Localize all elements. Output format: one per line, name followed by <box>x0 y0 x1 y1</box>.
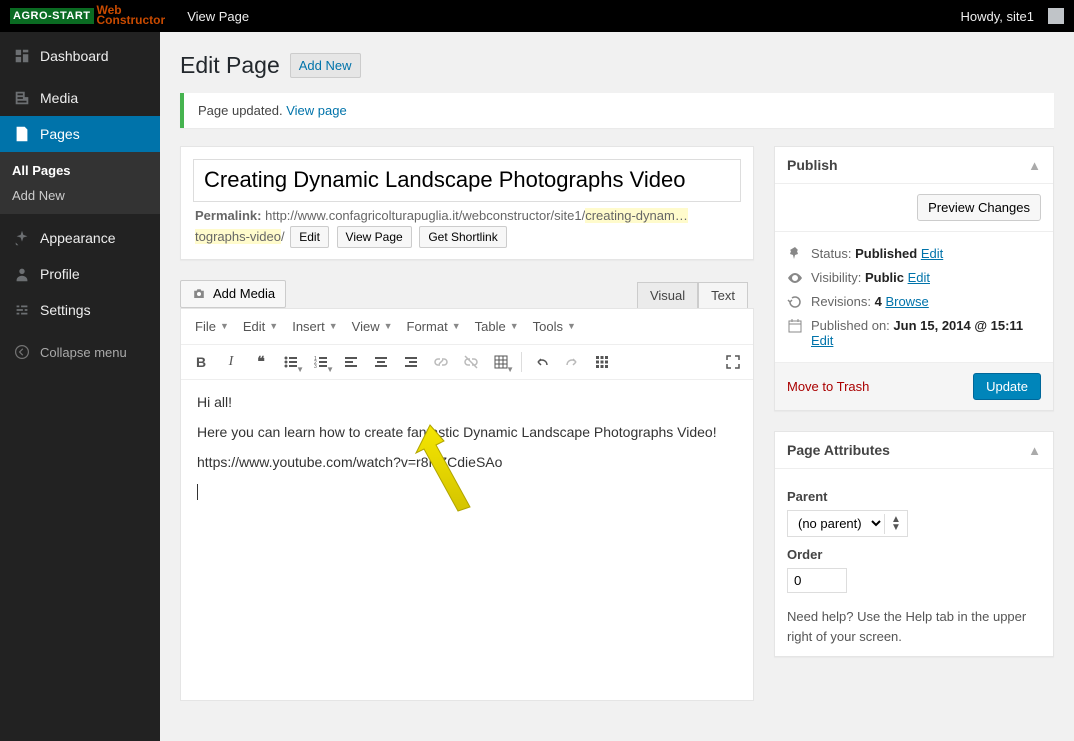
notice-view-link[interactable]: View page <box>286 103 346 118</box>
post-title-input[interactable] <box>193 159 741 202</box>
menu-file[interactable]: File▼ <box>189 315 235 338</box>
browse-revisions-link[interactable]: Browse <box>885 294 928 309</box>
link-button[interactable] <box>427 349 455 375</box>
add-media-button[interactable]: Add Media <box>180 280 286 308</box>
sidebar-item-dashboard[interactable]: Dashboard <box>0 38 160 74</box>
align-right-button[interactable] <box>397 349 425 375</box>
bold-button[interactable]: B <box>187 349 215 375</box>
editor-toolbar: B I ❝ ▼ 123▼ ▼ <box>181 345 753 380</box>
publish-box: Publish ▲ Preview Changes Status: Publis… <box>774 146 1054 411</box>
edit-status-link[interactable]: Edit <box>921 246 943 261</box>
media-icon <box>12 88 32 108</box>
unlink-button[interactable] <box>457 349 485 375</box>
sidebar-label: Settings <box>40 302 91 318</box>
page-attributes-title: Page Attributes <box>787 442 890 458</box>
editor-menubar: File▼ Edit▼ Insert▼ View▼ Format▼ Table▼… <box>181 309 753 345</box>
wysiwyg-editor: File▼ Edit▼ Insert▼ View▼ Format▼ Table▼… <box>180 308 754 701</box>
permalink-slug: tographs-video <box>195 229 281 244</box>
page-title: Edit Page <box>180 52 280 79</box>
sidebar-item-media[interactable]: Media <box>0 80 160 116</box>
admin-sidebar: Dashboard Media Pages All Pages Add New … <box>0 32 160 741</box>
profile-icon <box>12 264 32 284</box>
menu-edit[interactable]: Edit▼ <box>237 315 284 338</box>
sidebar-label: Profile <box>40 266 80 282</box>
toolbar-toggle-button[interactable] <box>588 349 616 375</box>
collapse-icon <box>12 342 32 362</box>
align-center-button[interactable] <box>367 349 395 375</box>
publish-title: Publish <box>787 157 838 173</box>
bullet-list-button[interactable]: ▼ <box>277 349 305 375</box>
adminbar-view-page[interactable]: View Page <box>179 9 257 24</box>
sidebar-label: Dashboard <box>40 48 109 64</box>
permalink-slug: creating-dynam… <box>585 208 688 223</box>
menu-tools[interactable]: Tools▼ <box>527 315 582 338</box>
update-notice: Page updated. View page <box>180 93 1054 128</box>
move-to-trash-link[interactable]: Move to Trash <box>787 379 869 394</box>
parent-select[interactable]: (no parent) ▲▼ <box>787 510 908 537</box>
parent-label: Parent <box>787 489 1041 504</box>
sidebar-sub-add-new[interactable]: Add New <box>0 183 160 208</box>
editor-content[interactable]: Hi all! Here you can learn how to create… <box>181 380 753 700</box>
collapse-menu[interactable]: Collapse menu <box>0 332 160 372</box>
insert-table-button[interactable]: ▼ <box>487 349 515 375</box>
editor-tab-text[interactable]: Text <box>698 282 748 308</box>
permalink-edit-button[interactable]: Edit <box>290 226 329 248</box>
calendar-icon <box>787 318 803 334</box>
adminbar-howdy[interactable]: Howdy, site1 <box>953 9 1042 24</box>
permalink-view-page-button[interactable]: View Page <box>337 226 412 248</box>
svg-text:3: 3 <box>314 364 317 370</box>
menu-view[interactable]: View▼ <box>346 315 399 338</box>
pin-icon <box>787 246 803 262</box>
menu-table[interactable]: Table▼ <box>469 315 525 338</box>
sidebar-label: Pages <box>40 126 80 142</box>
align-left-button[interactable] <box>337 349 365 375</box>
numbered-list-button[interactable]: 123▼ <box>307 349 335 375</box>
toggle-icon[interactable]: ▲ <box>1028 443 1041 458</box>
visibility-icon <box>787 270 803 286</box>
fullscreen-button[interactable] <box>719 349 747 375</box>
permalink-shortlink-button[interactable]: Get Shortlink <box>419 226 506 248</box>
sidebar-item-pages[interactable]: Pages <box>0 116 160 152</box>
blockquote-button[interactable]: ❝ <box>247 349 275 375</box>
permalink-label: Permalink: <box>195 208 261 223</box>
site-logo[interactable]: AGRO-START Web Constructor <box>10 6 165 25</box>
toggle-icon[interactable]: ▲ <box>1028 158 1041 173</box>
italic-button[interactable]: I <box>217 349 245 375</box>
menu-format[interactable]: Format▼ <box>401 315 467 338</box>
collapse-label: Collapse menu <box>40 345 127 360</box>
pages-icon <box>12 124 32 144</box>
add-new-button[interactable]: Add New <box>290 53 361 78</box>
update-button[interactable]: Update <box>973 373 1041 400</box>
avatar[interactable] <box>1048 8 1064 24</box>
camera-icon <box>191 286 207 302</box>
page-attributes-box: Page Attributes ▲ Parent (no parent) ▲▼ … <box>774 431 1054 657</box>
dashboard-icon <box>12 46 32 66</box>
notice-text: Page updated. <box>198 103 286 118</box>
order-label: Order <box>787 547 1041 562</box>
menu-insert[interactable]: Insert▼ <box>286 315 343 338</box>
help-text: Need help? Use the Help tab in the upper… <box>787 607 1041 646</box>
text-cursor <box>197 484 198 500</box>
sidebar-label: Appearance <box>40 230 116 246</box>
sidebar-submenu-pages: All Pages Add New <box>0 152 160 214</box>
settings-icon <box>12 300 32 320</box>
select-arrows-icon: ▲▼ <box>884 514 907 534</box>
appearance-icon <box>12 228 32 248</box>
edit-date-link[interactable]: Edit <box>811 333 833 348</box>
order-input[interactable] <box>787 568 847 593</box>
sidebar-item-settings[interactable]: Settings <box>0 292 160 328</box>
redo-button[interactable] <box>558 349 586 375</box>
edit-visibility-link[interactable]: Edit <box>908 270 930 285</box>
sidebar-label: Media <box>40 90 78 106</box>
preview-changes-button[interactable]: Preview Changes <box>917 194 1041 221</box>
revisions-icon <box>787 294 803 310</box>
sidebar-item-appearance[interactable]: Appearance <box>0 220 160 256</box>
permalink-base: http://www.confagricolturapuglia.it/webc… <box>265 208 585 223</box>
sidebar-sub-all-pages[interactable]: All Pages <box>0 158 160 183</box>
sidebar-item-profile[interactable]: Profile <box>0 256 160 292</box>
editor-tab-visual[interactable]: Visual <box>637 282 698 308</box>
undo-button[interactable] <box>528 349 556 375</box>
